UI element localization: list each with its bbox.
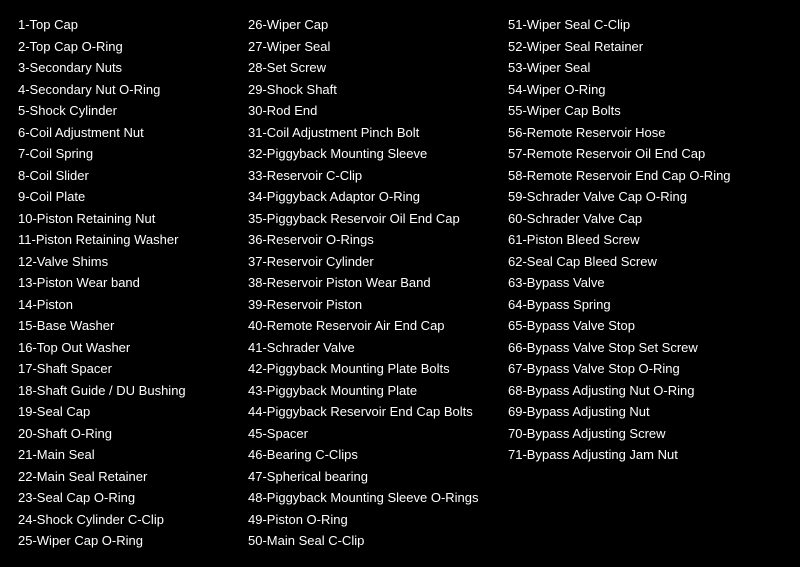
list-item: 32-Piggyback Mounting Sleeve bbox=[248, 144, 492, 164]
list-item: 26-Wiper Cap bbox=[248, 15, 492, 35]
list-item: 27-Wiper Seal bbox=[248, 37, 492, 57]
list-item: 41-Schrader Valve bbox=[248, 338, 492, 358]
list-item: 21-Main Seal bbox=[18, 445, 232, 465]
list-item: 34-Piggyback Adaptor O-Ring bbox=[248, 187, 492, 207]
list-item: 67-Bypass Valve Stop O-Ring bbox=[508, 359, 800, 379]
list-item: 50-Main Seal C-Clip bbox=[248, 531, 492, 551]
list-item: 62-Seal Cap Bleed Screw bbox=[508, 252, 800, 272]
list-item: 37-Reservoir Cylinder bbox=[248, 252, 492, 272]
list-item: 14-Piston bbox=[18, 295, 232, 315]
list-item: 66-Bypass Valve Stop Set Screw bbox=[508, 338, 800, 358]
list-item: 51-Wiper Seal C-Clip bbox=[508, 15, 800, 35]
list-item: 9-Coil Plate bbox=[18, 187, 232, 207]
list-item: 8-Coil Slider bbox=[18, 166, 232, 186]
list-item: 36-Reservoir O-Rings bbox=[248, 230, 492, 250]
list-item: 16-Top Out Washer bbox=[18, 338, 232, 358]
list-item: 10-Piston Retaining Nut bbox=[18, 209, 232, 229]
list-item: 63-Bypass Valve bbox=[508, 273, 800, 293]
list-item: 56-Remote Reservoir Hose bbox=[508, 123, 800, 143]
list-item: 60-Schrader Valve Cap bbox=[508, 209, 800, 229]
list-item: 24-Shock Cylinder C-Clip bbox=[18, 510, 232, 530]
list-item: 61-Piston Bleed Screw bbox=[508, 230, 800, 250]
list-item: 2-Top Cap O-Ring bbox=[18, 37, 232, 57]
list-item: 47-Spherical bearing bbox=[248, 467, 492, 487]
list-item: 35-Piggyback Reservoir Oil End Cap bbox=[248, 209, 492, 229]
list-item: 4-Secondary Nut O-Ring bbox=[18, 80, 232, 100]
list-item: 71-Bypass Adjusting Jam Nut bbox=[508, 445, 800, 465]
list-item: 38-Reservoir Piston Wear Band bbox=[248, 273, 492, 293]
list-item: 31-Coil Adjustment Pinch Bolt bbox=[248, 123, 492, 143]
list-item: 17-Shaft Spacer bbox=[18, 359, 232, 379]
list-item: 55-Wiper Cap Bolts bbox=[508, 101, 800, 121]
list-item: 18-Shaft Guide / DU Bushing bbox=[18, 381, 232, 401]
list-item: 12-Valve Shims bbox=[18, 252, 232, 272]
list-item: 48-Piggyback Mounting Sleeve O-Rings bbox=[248, 488, 492, 508]
list-item: 45-Spacer bbox=[248, 424, 492, 444]
list-item: 1-Top Cap bbox=[18, 15, 232, 35]
list-item: 64-Bypass Spring bbox=[508, 295, 800, 315]
list-item: 33-Reservoir C-Clip bbox=[248, 166, 492, 186]
list-item: 30-Rod End bbox=[248, 101, 492, 121]
list-item: 7-Coil Spring bbox=[18, 144, 232, 164]
list-item: 23-Seal Cap O-Ring bbox=[18, 488, 232, 508]
list-item: 25-Wiper Cap O-Ring bbox=[18, 531, 232, 551]
list-item: 46-Bearing C-Clips bbox=[248, 445, 492, 465]
list-item: 69-Bypass Adjusting Nut bbox=[508, 402, 800, 422]
list-item: 39-Reservoir Piston bbox=[248, 295, 492, 315]
list-item: 19-Seal Cap bbox=[18, 402, 232, 422]
list-item: 43-Piggyback Mounting Plate bbox=[248, 381, 492, 401]
list-item: 40-Remote Reservoir Air End Cap bbox=[248, 316, 492, 336]
list-item: 5-Shock Cylinder bbox=[18, 101, 232, 121]
list-item: 3-Secondary Nuts bbox=[18, 58, 232, 78]
list-item: 11-Piston Retaining Washer bbox=[18, 230, 232, 250]
list-item: 28-Set Screw bbox=[248, 58, 492, 78]
list-item: 68-Bypass Adjusting Nut O-Ring bbox=[508, 381, 800, 401]
list-item: 58-Remote Reservoir End Cap O-Ring bbox=[508, 166, 800, 186]
list-item: 15-Base Washer bbox=[18, 316, 232, 336]
list-item: 42-Piggyback Mounting Plate Bolts bbox=[248, 359, 492, 379]
list-item: 20-Shaft O-Ring bbox=[18, 424, 232, 444]
column-2: 26-Wiper Cap27-Wiper Seal28-Set Screw29-… bbox=[240, 10, 500, 556]
column-1: 1-Top Cap2-Top Cap O-Ring3-Secondary Nut… bbox=[10, 10, 240, 556]
parts-list: 1-Top Cap2-Top Cap O-Ring3-Secondary Nut… bbox=[10, 10, 790, 556]
list-item: 70-Bypass Adjusting Screw bbox=[508, 424, 800, 444]
list-item: 13-Piston Wear band bbox=[18, 273, 232, 293]
list-item: 6-Coil Adjustment Nut bbox=[18, 123, 232, 143]
list-item: 52-Wiper Seal Retainer bbox=[508, 37, 800, 57]
list-item: 57-Remote Reservoir Oil End Cap bbox=[508, 144, 800, 164]
list-item: 22-Main Seal Retainer bbox=[18, 467, 232, 487]
list-item: 54-Wiper O-Ring bbox=[508, 80, 800, 100]
list-item: 44-Piggyback Reservoir End Cap Bolts bbox=[248, 402, 492, 422]
column-3: 51-Wiper Seal C-Clip52-Wiper Seal Retain… bbox=[500, 10, 800, 556]
list-item: 49-Piston O-Ring bbox=[248, 510, 492, 530]
list-item: 65-Bypass Valve Stop bbox=[508, 316, 800, 336]
list-item: 53-Wiper Seal bbox=[508, 58, 800, 78]
list-item: 59-Schrader Valve Cap O-Ring bbox=[508, 187, 800, 207]
list-item: 29-Shock Shaft bbox=[248, 80, 492, 100]
